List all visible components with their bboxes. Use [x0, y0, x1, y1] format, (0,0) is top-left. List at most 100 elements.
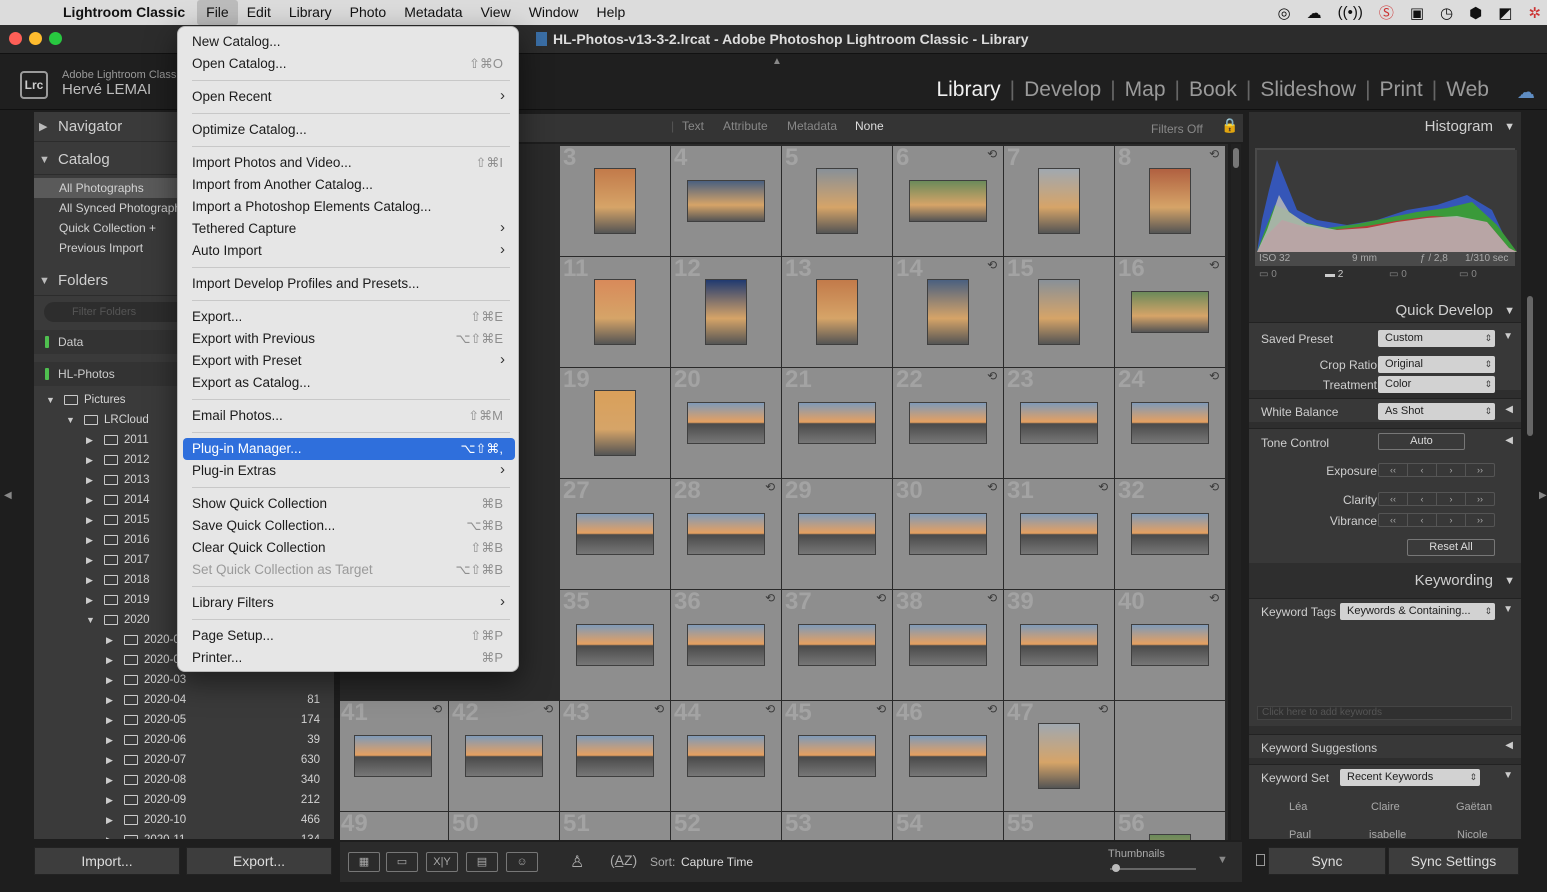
disclosure-closed-icon[interactable]: ▶ — [86, 450, 93, 470]
menu-window[interactable]: Window — [520, 0, 588, 25]
menu-item-page-setup[interactable]: Page Setup... ⇧⌘P — [183, 625, 515, 647]
thumbnail-size-slider[interactable] — [1110, 868, 1196, 870]
grid-cell[interactable]: 7 — [1004, 144, 1114, 256]
photo-thumbnail[interactable] — [1131, 402, 1209, 444]
rotate-icon[interactable]: ⟲ — [987, 369, 997, 383]
photo-thumbnail[interactable] — [687, 180, 765, 222]
close-window-icon[interactable] — [9, 32, 22, 45]
menu-item-import-a-photoshop-elements-catalog[interactable]: Import a Photoshop Elements Catalog... — [183, 196, 515, 218]
minimize-window-icon[interactable] — [29, 32, 42, 45]
toolbar-menu-icon[interactable]: ▼ — [1217, 854, 1228, 866]
grid-cell[interactable]: 24 ⟲ — [1115, 366, 1225, 478]
rotate-icon[interactable]: ⟲ — [1098, 480, 1108, 494]
grid-cell[interactable] — [1115, 701, 1225, 811]
survey-view-icon[interactable]: ▤ — [466, 852, 498, 872]
zoom-window-icon[interactable] — [49, 32, 62, 45]
module-print[interactable]: Print — [1380, 78, 1423, 102]
module-map[interactable]: Map — [1125, 78, 1166, 102]
disclosure-open-icon[interactable]: ▼ — [66, 410, 75, 430]
photo-thumbnail[interactable] — [816, 279, 858, 345]
photo-thumbnail[interactable] — [1038, 279, 1080, 345]
menu-file[interactable]: File — [197, 0, 238, 25]
white-balance-toggle-icon[interactable]: ◀ — [1505, 404, 1513, 415]
disclosure-closed-icon[interactable]: ▶ — [86, 490, 93, 510]
time-machine-icon[interactable]: ◷ — [1440, 4, 1453, 22]
filter-text[interactable]: Text — [682, 119, 704, 133]
menu-item-plug-in-manager[interactable]: Plug-in Manager... ⌥⇧⌘, — [183, 438, 515, 460]
menu-item-open-catalog[interactable]: Open Catalog... ⇧⌘O — [183, 53, 515, 75]
photo-thumbnail[interactable] — [1149, 834, 1191, 840]
photo-thumbnail[interactable] — [1149, 168, 1191, 234]
menu-photo[interactable]: Photo — [341, 0, 396, 25]
auto-tone-button[interactable]: Auto — [1378, 433, 1465, 450]
photo-thumbnail[interactable] — [909, 402, 987, 444]
rotate-icon[interactable]: ⟲ — [432, 702, 442, 716]
grid-view-icon[interactable]: ▦ — [348, 852, 380, 872]
module-library[interactable]: Library — [936, 78, 1000, 102]
grid-cell[interactable]: 23 — [1004, 366, 1114, 478]
rotate-icon[interactable]: ⟲ — [876, 702, 886, 716]
photo-thumbnail[interactable] — [798, 735, 876, 777]
photo-thumbnail[interactable] — [1131, 624, 1209, 666]
disclosure-closed-icon[interactable]: ▶ — [86, 590, 93, 610]
folder-row[interactable]: ▶ 2020-11 134 — [34, 830, 334, 839]
photo-thumbnail[interactable] — [594, 279, 636, 345]
menu-item-show-quick-collection[interactable]: Show Quick Collection ⌘B — [183, 493, 515, 515]
keyword-suggestions-toggle-icon[interactable]: ◀ — [1505, 740, 1513, 751]
grid-scrollbar[interactable] — [1231, 144, 1241, 840]
disclosure-closed-icon[interactable]: ▶ — [106, 710, 113, 730]
photo-thumbnail[interactable] — [576, 513, 654, 555]
shield-icon[interactable]: ⬢ — [1469, 4, 1482, 22]
menu-item-open-recent[interactable]: Open Recent › — [183, 86, 515, 108]
photo-thumbnail[interactable] — [687, 735, 765, 777]
photo-thumbnail[interactable] — [1020, 513, 1098, 555]
rotate-icon[interactable]: ⟲ — [1209, 369, 1219, 383]
menu-item-new-catalog[interactable]: New Catalog... — [183, 31, 515, 53]
grid-cell[interactable]: 27 — [560, 477, 670, 589]
s-app-icon[interactable]: Ⓢ — [1379, 2, 1394, 23]
rotate-icon[interactable]: ⟲ — [987, 147, 997, 161]
sort-select[interactable]: Capture Time — [681, 855, 753, 869]
grid-cell[interactable]: 39 — [1004, 588, 1114, 700]
grid-cell[interactable]: 13 — [782, 255, 892, 367]
rotate-icon[interactable]: ⟲ — [654, 702, 664, 716]
grid-cell[interactable]: 31 ⟲ — [1004, 477, 1114, 589]
screen-icon[interactable]: ▣ — [1410, 4, 1424, 22]
folder-row[interactable]: ▶ 2020-04 81 — [34, 690, 334, 710]
menu-item-import-develop-profiles-and-presets[interactable]: Import Develop Profiles and Presets... — [183, 273, 515, 295]
reset-all-button[interactable]: Reset All — [1407, 539, 1495, 556]
grid-cell[interactable]: 56 — [1115, 810, 1225, 840]
photo-thumbnail[interactable] — [687, 402, 765, 444]
painter-icon[interactable]: ♙ — [570, 852, 584, 872]
photo-thumbnail[interactable] — [705, 279, 747, 345]
grid-cell[interactable]: 41 ⟲ — [340, 699, 448, 811]
grid-cell[interactable]: 4 — [671, 144, 781, 256]
rotate-icon[interactable]: ⟲ — [1209, 147, 1219, 161]
grid-cell[interactable]: 21 — [782, 366, 892, 478]
grid-cell[interactable]: 42 ⟲ — [449, 699, 559, 811]
keyword-tags-toggle-icon[interactable]: ▼ — [1503, 604, 1513, 615]
grid-cell[interactable]: 6 ⟲ — [893, 144, 1003, 256]
pinwheel-icon[interactable]: ✲ — [1528, 4, 1541, 22]
grid-cell[interactable]: 43 ⟲ — [560, 699, 670, 811]
menu-metadata[interactable]: Metadata — [395, 0, 471, 25]
saved-preset-select[interactable]: Custom — [1378, 330, 1495, 347]
filters-off-preset[interactable]: Filters Off — [1151, 122, 1203, 136]
grid-cell[interactable]: 53 — [782, 810, 892, 840]
exposure-buttons[interactable]: ‹‹ ‹ › ›› — [1378, 463, 1495, 477]
disclosure-closed-icon[interactable]: ▶ — [86, 530, 93, 550]
compare-view-icon[interactable]: X|Y — [426, 852, 458, 872]
menu-item-email-photos[interactable]: Email Photos... ⇧⌘M — [183, 405, 515, 427]
photo-thumbnail[interactable] — [1020, 624, 1098, 666]
photo-thumbnail[interactable] — [687, 624, 765, 666]
grid-cell[interactable]: 54 — [893, 810, 1003, 840]
lock-icon[interactable]: 🔒 — [1221, 117, 1238, 134]
photo-thumbnail[interactable] — [576, 735, 654, 777]
sync-settings-button[interactable]: Sync Settings — [1388, 847, 1519, 875]
keyword-tags-select[interactable]: Keywords & Containing... — [1340, 603, 1495, 620]
photo-thumbnail[interactable] — [909, 624, 987, 666]
loupe-view-icon[interactable]: ▭ — [386, 852, 418, 872]
module-slideshow[interactable]: Slideshow — [1260, 78, 1356, 102]
folder-row[interactable]: ▶ 2020-09 212 — [34, 790, 334, 810]
grid-cell[interactable]: 28 ⟲ — [671, 477, 781, 589]
